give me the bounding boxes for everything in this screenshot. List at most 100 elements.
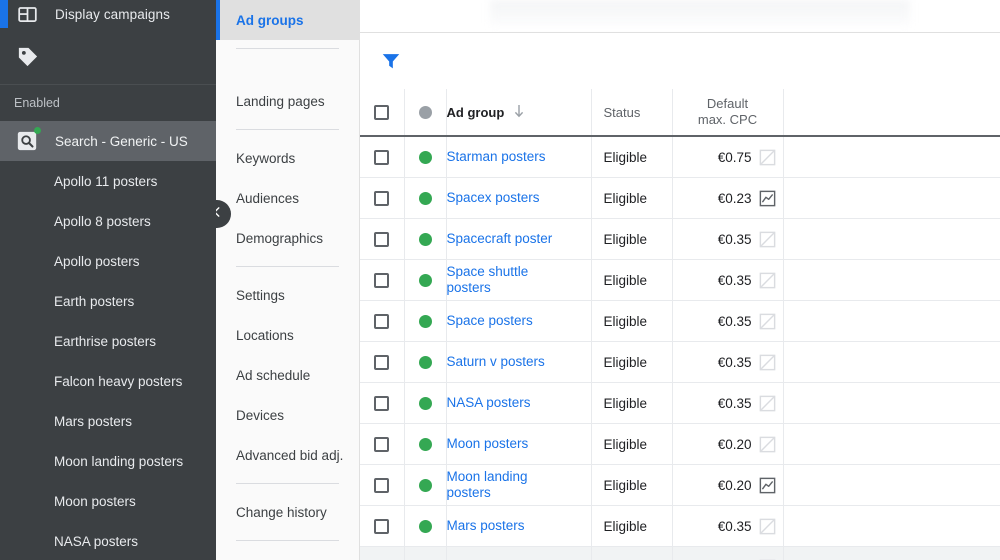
row-default-max-cpc[interactable]: €0.20 [672,464,784,506]
row-default-max-cpc[interactable]: €0.75 [672,136,784,178]
table-row[interactable]: Spacecraft poster Eligible €0.35 [360,218,1000,260]
sidebar-item-ad-group[interactable]: Earth posters [0,281,216,321]
row-select-cell[interactable] [360,464,405,506]
chart-enabled-icon[interactable] [758,476,777,495]
table-row[interactable]: Moon posters Eligible €0.20 [360,423,1000,465]
row-checkbox[interactable] [374,272,390,288]
table-row[interactable]: NASA posters Eligible €0.35 [360,382,1000,424]
chart-enabled-icon[interactable] [758,189,777,208]
table-row[interactable]: Space posters Eligible €0.35 [360,300,1000,342]
row-ad-group-name[interactable]: Saturn v posters [446,341,592,383]
sidebar-item-ad-group[interactable]: Apollo posters [0,241,216,281]
ad-group-link[interactable]: Spacecraft poster [447,231,553,246]
table-row[interactable]: Space shuttle posters Eligible €0.35 [360,259,1000,301]
nav-item-keywords[interactable]: Keywords [216,138,359,178]
row-select-cell[interactable] [360,136,405,178]
chart-disabled-icon[interactable] [758,312,777,331]
sidebar-item-ad-group[interactable]: Moon landing posters [0,441,216,481]
table-row[interactable]: Falcon heavy Eligible €0.20 [360,546,1000,560]
sidebar-item-ad-group[interactable]: Earthrise posters [0,321,216,361]
row-checkbox[interactable] [374,518,390,534]
table-row[interactable]: Moon landing posters Eligible €0.20 [360,464,1000,506]
row-select-cell[interactable] [360,423,405,465]
ad-group-link[interactable]: Space shuttle posters [447,264,529,295]
sidebar-item-ad-group[interactable]: Moon posters [0,481,216,521]
ad-group-link[interactable]: Saturn v posters [447,354,545,369]
row-ad-group-name[interactable]: Space posters [446,300,592,342]
row-select-cell[interactable] [360,341,405,383]
row-ad-group-name[interactable]: Mars posters [446,505,592,547]
nav-item-change-history[interactable]: Change history [216,492,359,532]
nav-item-advanced-bid-adj[interactable]: Advanced bid adj. [216,435,359,475]
nav-item-demographics[interactable]: Demographics [216,218,359,258]
row-checkbox[interactable] [374,231,390,247]
row-default-max-cpc[interactable]: €0.23 [672,177,784,219]
nav-item-ad-schedule[interactable]: Ad schedule [216,355,359,395]
sidebar-item-ad-group[interactable]: Apollo 11 posters [0,161,216,201]
row-ad-group-name[interactable]: Space shuttle posters [446,259,592,301]
ad-group-link[interactable]: Spacex posters [447,190,540,205]
row-checkbox[interactable] [374,354,390,370]
row-default-max-cpc[interactable]: €0.35 [672,382,784,424]
row-select-cell[interactable] [360,546,405,560]
row-ad-group-name[interactable]: NASA posters [446,382,592,424]
row-ad-group-name[interactable]: Moon landing posters [446,464,592,506]
row-ad-group-name[interactable]: Starman posters [446,136,592,178]
nav-item-landing-pages[interactable]: Landing pages [216,81,359,121]
row-select-cell[interactable] [360,505,405,547]
nav-item-devices[interactable]: Devices [216,395,359,435]
select-all-checkbox[interactable] [374,104,390,120]
column-header-status[interactable]: Status [591,89,673,137]
chart-disabled-icon[interactable] [758,353,777,372]
sidebar-item-ad-group[interactable]: Falcon heavy posters [0,361,216,401]
row-checkbox[interactable] [374,313,390,329]
select-all-header[interactable] [360,89,405,137]
ad-group-link[interactable]: Moon landing posters [447,469,528,500]
sidebar-item-ad-group[interactable]: Mars posters [0,401,216,441]
row-checkbox[interactable] [374,149,390,165]
row-ad-group-name[interactable]: Spacecraft poster [446,218,592,260]
nav-item-ad-groups[interactable]: Ad groups [216,0,359,40]
row-select-cell[interactable] [360,259,405,301]
ad-group-link[interactable]: Mars posters [447,518,525,533]
row-select-cell[interactable] [360,218,405,260]
ad-group-link[interactable]: NASA posters [447,395,531,410]
row-select-cell[interactable] [360,300,405,342]
ad-group-link[interactable]: Starman posters [447,149,546,164]
table-row[interactable]: Spacex posters Eligible €0.23 [360,177,1000,219]
row-ad-group-name[interactable]: Moon posters [446,423,592,465]
table-row[interactable]: Starman posters Eligible €0.75 [360,136,1000,178]
ad-group-link[interactable]: Space posters [447,313,533,328]
row-default-max-cpc[interactable]: €0.35 [672,259,784,301]
row-select-cell[interactable] [360,382,405,424]
chart-disabled-icon[interactable] [758,148,777,167]
row-default-max-cpc[interactable]: €0.20 [672,423,784,465]
nav-item-audiences[interactable]: Audiences [216,178,359,218]
row-ad-group-name[interactable]: Falcon heavy [446,546,592,560]
row-default-max-cpc[interactable]: €0.35 [672,341,784,383]
row-checkbox[interactable] [374,436,390,452]
chart-disabled-icon[interactable] [758,230,777,249]
sidebar-item-search-generic-us[interactable]: Search - Generic - US [0,121,216,161]
column-header-default-max-cpc[interactable]: Default max. CPC [672,89,784,137]
table-row[interactable]: Saturn v posters Eligible €0.35 [360,341,1000,383]
nav-item-locations[interactable]: Locations [216,315,359,355]
chart-disabled-icon[interactable] [758,517,777,536]
sort-arrow-down-icon[interactable] [512,103,526,122]
row-checkbox[interactable] [374,477,390,493]
chart-disabled-icon[interactable] [758,435,777,454]
row-select-cell[interactable] [360,177,405,219]
sidebar-item-ad-group[interactable]: NASA posters [0,521,216,560]
chart-disabled-icon[interactable] [758,271,777,290]
row-default-max-cpc[interactable]: €0.35 [672,300,784,342]
ad-group-link[interactable]: Moon posters [447,436,529,451]
sidebar-item-display-campaigns[interactable]: Display campaigns [0,0,216,28]
sidebar-item-tag[interactable] [0,28,216,84]
table-row[interactable]: Mars posters Eligible €0.35 [360,505,1000,547]
chart-disabled-icon[interactable] [758,394,777,413]
row-default-max-cpc[interactable]: €0.20 [672,546,784,560]
row-ad-group-name[interactable]: Spacex posters [446,177,592,219]
nav-item-settings[interactable]: Settings [216,275,359,315]
row-checkbox[interactable] [374,190,390,206]
row-default-max-cpc[interactable]: €0.35 [672,218,784,260]
